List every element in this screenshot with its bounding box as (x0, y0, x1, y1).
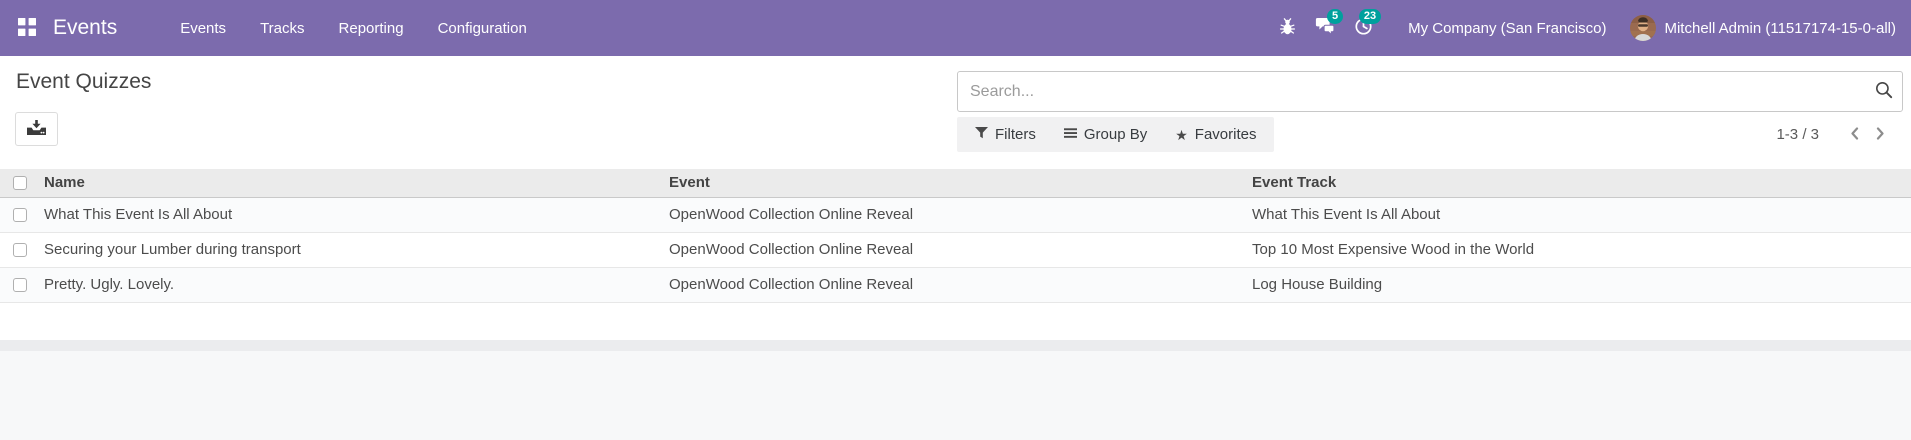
cell-event-track[interactable]: Top 10 Most Expensive Wood in the World (1248, 232, 1911, 267)
table-row[interactable]: Pretty. Ugly. Lovely. OpenWood Collectio… (0, 267, 1911, 302)
app-brand-title[interactable]: Events (53, 16, 117, 40)
cell-name[interactable]: Securing your Lumber during transport (40, 232, 665, 267)
column-header-event[interactable]: Event (665, 169, 1248, 197)
main-menu: Events Tracks Reporting Configuration (163, 0, 544, 56)
search-bar (957, 71, 1903, 112)
activities-button[interactable]: 23 (1344, 0, 1382, 56)
company-switcher[interactable]: My Company (San Francisco) (1382, 0, 1630, 56)
favorites-button[interactable]: ★ Favorites (1161, 117, 1270, 152)
row-select-cell (0, 232, 40, 267)
column-header-event-track[interactable]: Event Track (1248, 169, 1911, 197)
row-select-cell (0, 197, 40, 232)
menu-item-configuration[interactable]: Configuration (421, 0, 544, 56)
quiz-table: Name Event Event Track What This Event I… (0, 169, 1911, 303)
row-select-cell (0, 267, 40, 302)
user-menu[interactable]: Mitchell Admin (11517174-15-0-all) (1630, 0, 1903, 56)
menu-item-reporting[interactable]: Reporting (322, 0, 421, 56)
table-row[interactable]: Securing your Lumber during transport Op… (0, 232, 1911, 267)
select-all-checkbox[interactable] (13, 176, 27, 190)
filter-funnel-icon (975, 126, 988, 143)
menu-item-events[interactable]: Events (163, 0, 243, 56)
row-checkbox[interactable] (13, 208, 27, 222)
chevron-left-icon (1849, 126, 1860, 144)
bug-icon (1279, 17, 1296, 39)
filters-button[interactable]: Filters (961, 117, 1050, 152)
pager-previous-button[interactable] (1841, 120, 1867, 150)
group-by-icon (1064, 126, 1077, 143)
filters-label: Filters (995, 126, 1036, 143)
row-checkbox[interactable] (13, 243, 27, 257)
page-background (0, 351, 1911, 440)
quiz-list-view: Name Event Event Track What This Event I… (0, 169, 1911, 303)
star-icon: ★ (1175, 128, 1188, 142)
page-title: Event Quizzes (16, 70, 151, 94)
export-button[interactable] (15, 112, 58, 146)
apps-grid-icon (18, 18, 36, 39)
cell-event[interactable]: OpenWood Collection Online Reveal (665, 197, 1248, 232)
row-checkbox[interactable] (13, 278, 27, 292)
pager-value[interactable]: 1-3 / 3 (1776, 126, 1819, 143)
table-header-row: Name Event Event Track (0, 169, 1911, 197)
group-by-button[interactable]: Group By (1050, 117, 1161, 152)
user-avatar (1630, 15, 1656, 41)
favorites-label: Favorites (1195, 126, 1257, 143)
column-header-name[interactable]: Name (40, 169, 665, 197)
table-row[interactable]: What This Event Is All About OpenWood Co… (0, 197, 1911, 232)
cell-name[interactable]: Pretty. Ugly. Lovely. (40, 267, 665, 302)
pager: 1-3 / 3 (1776, 117, 1893, 152)
search-icon (1875, 81, 1893, 102)
search-input[interactable] (958, 72, 1866, 111)
debug-button[interactable] (1268, 0, 1306, 56)
activities-count-badge: 23 (1359, 9, 1381, 24)
cell-event[interactable]: OpenWood Collection Online Reveal (665, 267, 1248, 302)
messages-button[interactable]: 5 (1306, 0, 1344, 56)
pager-next-button[interactable] (1867, 120, 1893, 150)
group-by-label: Group By (1084, 126, 1147, 143)
user-name: Mitchell Admin (11517174-15-0-all) (1664, 20, 1896, 37)
menu-item-tracks[interactable]: Tracks (243, 0, 321, 56)
content-bottom-divider (0, 340, 1911, 351)
select-all-cell (0, 169, 40, 197)
apps-menu-button[interactable] (15, 16, 39, 40)
download-icon (27, 120, 46, 139)
top-navbar: Events Events Tracks Reporting Configura… (0, 0, 1911, 56)
chevron-right-icon (1875, 126, 1886, 144)
cell-name[interactable]: What This Event Is All About (40, 197, 665, 232)
search-submit-button[interactable] (1866, 72, 1902, 111)
search-options-bar: Filters Group By ★ Favorites (957, 117, 1274, 152)
cell-event[interactable]: OpenWood Collection Online Reveal (665, 232, 1248, 267)
messages-count-badge: 5 (1327, 9, 1343, 24)
cell-event-track[interactable]: Log House Building (1248, 267, 1911, 302)
systray: 5 23 My Company (San Francisco) Mitchell… (1268, 0, 1911, 56)
cell-event-track[interactable]: What This Event Is All About (1248, 197, 1911, 232)
